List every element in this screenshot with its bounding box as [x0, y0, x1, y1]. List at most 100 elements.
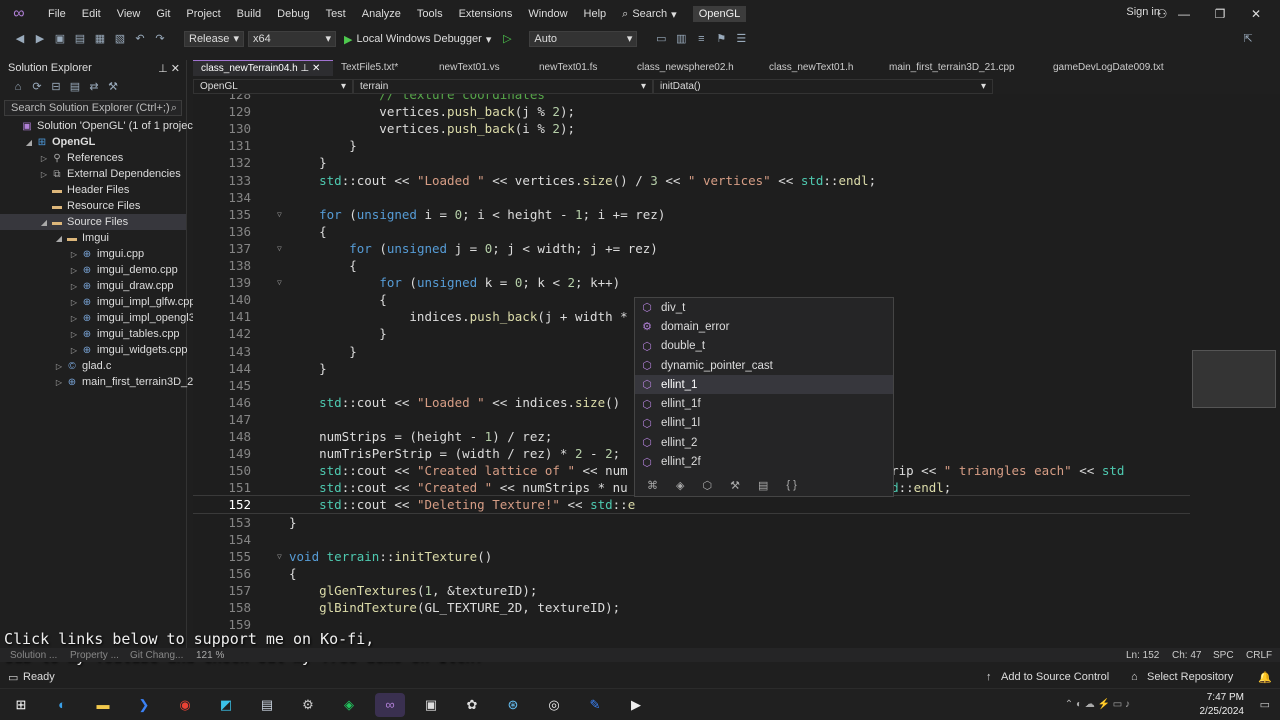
- media-app-icon[interactable]: ▣: [416, 693, 446, 717]
- tree-item[interactable]: ▷ ⊕ imgui_draw.cpp: [0, 278, 186, 294]
- code-minimap[interactable]: [1190, 94, 1280, 650]
- document-tab[interactable]: class_newsphere02.h: [629, 60, 761, 76]
- collapsed-arrow-icon[interactable]: ▷: [68, 311, 80, 327]
- tab-solution-explorer[interactable]: Solution ...: [10, 650, 57, 661]
- back-icon[interactable]: ◀: [12, 31, 28, 47]
- completion-scrollbar[interactable]: [879, 298, 893, 474]
- open-file-icon[interactable]: ▤: [72, 31, 88, 47]
- windows-start-icon[interactable]: ⊞: [6, 693, 36, 717]
- document-tab[interactable]: class_newTerrain04.h ⊥ ✕: [193, 60, 333, 76]
- completion-item[interactable]: ⬡ ellint_1: [635, 375, 893, 395]
- file-explorer-icon[interactable]: ▬: [88, 693, 118, 717]
- game-app-icon[interactable]: ✿: [457, 693, 487, 717]
- auto-dropdown[interactable]: Auto ▾: [529, 31, 638, 47]
- collapse-icon[interactable]: ⊟: [48, 79, 64, 95]
- tree-item[interactable]: ◢ ▬ Imgui: [0, 230, 186, 246]
- undo-icon[interactable]: ↶: [132, 31, 148, 47]
- filter-member-icon[interactable]: ⬡: [702, 479, 712, 492]
- document-tab[interactable]: class_newText01.h: [761, 60, 881, 76]
- close-icon[interactable]: ✕: [171, 63, 180, 75]
- menu-window[interactable]: Window: [520, 8, 575, 20]
- collapsed-arrow-icon[interactable]: ▷: [53, 375, 65, 391]
- menu-build[interactable]: Build: [229, 8, 269, 20]
- folder-icon[interactable]: ▭: [653, 31, 669, 47]
- new-project-icon[interactable]: ▣: [52, 31, 68, 47]
- tray-icons[interactable]: ⌃ ◐ ☁ ⚡ ▭ ♪: [1065, 699, 1130, 710]
- menu-view[interactable]: View: [109, 8, 149, 20]
- menu-extensions[interactable]: Extensions: [451, 8, 521, 20]
- tree-item[interactable]: ▷ ⊕ imgui.cpp: [0, 246, 186, 262]
- save-icon[interactable]: ▦: [92, 31, 108, 47]
- collapsed-arrow-icon[interactable]: ▷: [68, 279, 80, 295]
- document-tab[interactable]: newText01.vs: [431, 60, 531, 76]
- tree-item[interactable]: ▬ Resource Files: [0, 198, 186, 214]
- document-tab[interactable]: gameDevLogDate009.txt: [1045, 60, 1175, 76]
- document-tab[interactable]: TextFile5.txt*: [333, 60, 431, 76]
- obs-icon[interactable]: ◎: [539, 693, 569, 717]
- app-icon[interactable]: ◈: [334, 693, 364, 717]
- zoom-level[interactable]: 121 %: [196, 650, 224, 661]
- photos-icon[interactable]: ◩: [211, 693, 241, 717]
- save-all-icon[interactable]: ▧: [112, 31, 128, 47]
- expanded-arrow-icon[interactable]: ◢: [23, 135, 35, 151]
- completion-item[interactable]: ⬡ div_t: [635, 298, 893, 317]
- scope-dropdown[interactable]: terrain ▾: [353, 78, 653, 94]
- configuration-dropdown[interactable]: Release ▾: [184, 31, 244, 47]
- completion-item[interactable]: ⚙ domain_error: [635, 317, 893, 336]
- line-ending-status[interactable]: CRLF: [1246, 650, 1272, 661]
- select-repository[interactable]: Select Repository: [1147, 671, 1233, 683]
- collapsed-arrow-icon[interactable]: ▷: [68, 343, 80, 359]
- tree-item[interactable]: ▷ ⊕ imgui_demo.cpp: [0, 262, 186, 278]
- collapsed-arrow-icon[interactable]: ▷: [68, 327, 80, 343]
- expanded-arrow-icon[interactable]: ◢: [53, 231, 65, 247]
- tree-item[interactable]: ▷ © glad.c: [0, 358, 186, 374]
- menu-edit[interactable]: Edit: [74, 8, 109, 20]
- fold-arrow-icon[interactable]: ▽: [277, 240, 282, 257]
- collapsed-arrow-icon[interactable]: ▷: [38, 151, 50, 167]
- filter-braces-icon[interactable]: { }: [786, 479, 796, 491]
- menu-project[interactable]: Project: [178, 8, 228, 20]
- layout-icon[interactable]: ▥: [673, 31, 689, 47]
- completion-item[interactable]: ⬡ ellint_2: [635, 433, 893, 452]
- menu-file[interactable]: File: [40, 8, 74, 20]
- completion-item[interactable]: ⬡ ellint_1f: [635, 394, 893, 413]
- start-without-debugging-icon[interactable]: ▷: [499, 31, 515, 47]
- menu-git[interactable]: Git: [148, 8, 178, 20]
- collapsed-arrow-icon[interactable]: ▷: [53, 359, 65, 375]
- tree-item[interactable]: ▷ ⊕ main_first_terrain3D_21.c: [0, 374, 208, 391]
- comment-icon[interactable]: ☰: [733, 31, 749, 47]
- expanded-arrow-icon[interactable]: ◢: [38, 215, 50, 231]
- tab-git-changes[interactable]: Git Chang...: [130, 650, 183, 661]
- close-button[interactable]: ✕: [1238, 0, 1274, 28]
- add-to-source-control[interactable]: Add to Source Control: [1001, 671, 1109, 683]
- menu-help[interactable]: Help: [576, 8, 615, 20]
- filter-namespace-icon[interactable]: ⌘: [647, 479, 658, 492]
- collapsed-arrow-icon[interactable]: ▷: [38, 167, 50, 183]
- notifications-icon[interactable]: 🔔: [1258, 671, 1272, 684]
- fold-arrow-icon[interactable]: ▽: [277, 206, 282, 223]
- chrome-icon[interactable]: ◉: [170, 693, 200, 717]
- tree-item[interactable]: ▣ Solution 'OpenGL' (1 of 1 project): [0, 118, 199, 134]
- sync-icon[interactable]: ⟳: [29, 79, 45, 95]
- indent-status[interactable]: SPC: [1213, 650, 1234, 661]
- completion-item[interactable]: ⬡ ellint_2f: [635, 452, 893, 471]
- search-menu[interactable]: ⌕ Search ▾: [614, 8, 685, 21]
- collapsed-arrow-icon[interactable]: ▷: [68, 263, 80, 279]
- collapsed-arrow-icon[interactable]: ▷: [68, 247, 80, 263]
- menu-analyze[interactable]: Analyze: [354, 8, 409, 20]
- completion-item[interactable]: ⬡ double_t: [635, 337, 893, 356]
- tree-item[interactable]: ▷ ⊕ imgui_impl_glfw.cpp: [0, 294, 196, 310]
- menu-test[interactable]: Test: [318, 8, 354, 20]
- filter-class-icon[interactable]: ◈: [676, 479, 684, 492]
- edge-browser-icon[interactable]: ◐: [47, 693, 77, 717]
- tree-item[interactable]: ◢ ⊞ OpenGL: [0, 134, 186, 150]
- forward-icon[interactable]: ▶: [32, 31, 48, 47]
- steam-icon[interactable]: ⊛: [498, 693, 528, 717]
- tab-property-manager[interactable]: Property ...: [70, 650, 119, 661]
- home-icon[interactable]: ⌂: [10, 79, 26, 95]
- tab-pin-close-icon[interactable]: ⊥ ✕: [298, 63, 320, 74]
- tree-item[interactable]: ▬ Header Files: [0, 182, 186, 198]
- filter-snippet-icon[interactable]: ▤: [758, 479, 768, 492]
- tree-item[interactable]: ◢ ▬ Source Files: [0, 214, 186, 230]
- maximize-button[interactable]: ❐: [1202, 0, 1238, 28]
